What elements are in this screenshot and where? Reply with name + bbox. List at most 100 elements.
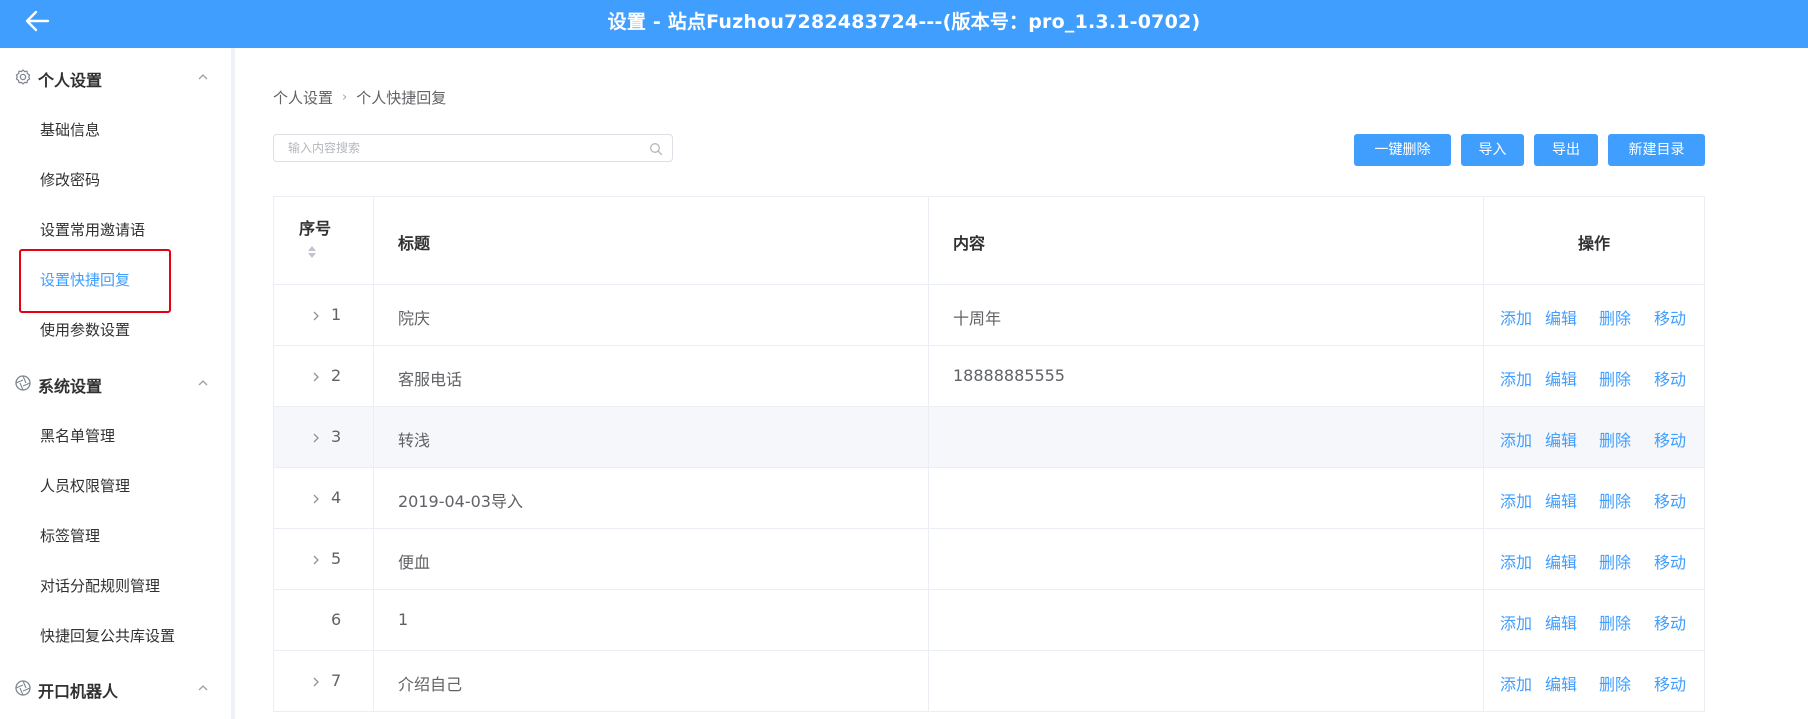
edit-link[interactable]: 编辑 — [1545, 610, 1577, 634]
delete-link[interactable]: 删除 — [1599, 488, 1631, 512]
add-link[interactable]: 添加 — [1500, 549, 1532, 573]
header-ops: 操作 — [1578, 234, 1611, 253]
chevron-right-icon: › — [342, 90, 348, 105]
delete-link[interactable]: 删除 — [1599, 366, 1631, 390]
row-content: 18888885555 — [953, 366, 1065, 385]
add-link[interactable]: 添加 — [1500, 488, 1532, 512]
expand-chevron-icon[interactable] — [311, 430, 321, 444]
sidebar-group-label: 系统设置 — [38, 377, 103, 396]
edit-link[interactable]: 编辑 — [1545, 488, 1577, 512]
header-title: 标题 — [398, 234, 431, 253]
row-title: 1 — [398, 610, 409, 629]
aperture-icon — [14, 679, 32, 697]
breadcrumb: 个人设置 › 个人快捷回复 — [273, 87, 446, 108]
delete-link[interactable]: 删除 — [1599, 610, 1631, 634]
sidebar-item-permissions[interactable]: 人员权限管理 — [40, 475, 130, 496]
header-num: 序号 — [299, 219, 332, 238]
sort-icon[interactable] — [306, 244, 318, 260]
sidebar-item-change-password[interactable]: 修改密码 — [40, 169, 100, 190]
breadcrumb-root[interactable]: 个人设置 — [273, 87, 333, 108]
add-link[interactable]: 添加 — [1500, 305, 1532, 329]
move-link[interactable]: 移动 — [1654, 488, 1686, 512]
row-title: 便血 — [398, 553, 431, 572]
edit-link[interactable]: 编辑 — [1545, 305, 1577, 329]
export-button[interactable]: 导出 — [1534, 134, 1598, 166]
table-header: 序号 标题 内容 操作 — [274, 197, 1704, 285]
table-row: 7 介绍自己 添加 编辑 删除 移动 — [274, 651, 1704, 712]
quick-reply-table: 序号 标题 内容 操作 1 院庆 十周年 添加 编辑 删除 移动 2 客服电话 … — [273, 196, 1705, 712]
import-button[interactable]: 导入 — [1461, 134, 1524, 166]
move-link[interactable]: 移动 — [1654, 671, 1686, 695]
move-link[interactable]: 移动 — [1654, 305, 1686, 329]
row-title: 客服电话 — [398, 370, 463, 389]
row-number: 4 — [331, 488, 342, 507]
add-link[interactable]: 添加 — [1500, 427, 1532, 451]
header-content: 内容 — [953, 234, 986, 253]
sidebar-group-label: 个人设置 — [38, 71, 103, 90]
delete-link[interactable]: 删除 — [1599, 671, 1631, 695]
sidebar: 个人设置 基础信息 修改密码 设置常用邀请语 设置快捷回复 使用参数设置 系统设… — [0, 48, 231, 719]
table-row: 1 院庆 十周年 添加 编辑 删除 移动 — [274, 285, 1704, 346]
edit-link[interactable]: 编辑 — [1545, 366, 1577, 390]
add-link[interactable]: 添加 — [1500, 671, 1532, 695]
annotation-highlight-box — [19, 249, 171, 313]
row-number: 1 — [331, 305, 342, 324]
table-row: 2 客服电话 18888885555 添加 编辑 删除 移动 — [274, 346, 1704, 407]
move-link[interactable]: 移动 — [1654, 549, 1686, 573]
top-bar: 设置 - 站点Fuzhou7282483724---(版本号：pro_1.3.1… — [0, 0, 1808, 48]
table-row: 6 1 添加 编辑 删除 移动 — [274, 590, 1704, 651]
expand-chevron-icon[interactable] — [311, 552, 321, 566]
sidebar-item-dispatch-rules[interactable]: 对话分配规则管理 — [40, 575, 160, 596]
sidebar-group-personal[interactable]: 个人设置 — [0, 57, 231, 97]
expand-chevron-icon[interactable] — [311, 308, 321, 322]
move-link[interactable]: 移动 — [1654, 366, 1686, 390]
chevron-up-icon — [196, 680, 210, 694]
row-number: 6 — [331, 610, 342, 629]
edit-link[interactable]: 编辑 — [1545, 427, 1577, 451]
row-number: 7 — [331, 671, 342, 690]
edit-link[interactable]: 编辑 — [1545, 671, 1577, 695]
delete-link[interactable]: 删除 — [1599, 549, 1631, 573]
new-directory-button[interactable]: 新建目录 — [1608, 134, 1705, 166]
search-icon[interactable] — [649, 141, 663, 156]
row-number: 5 — [331, 549, 342, 568]
row-title: 院庆 — [398, 309, 431, 328]
row-title: 2019-04-03导入 — [398, 492, 523, 511]
sidebar-item-blacklist[interactable]: 黑名单管理 — [40, 425, 115, 446]
row-title: 介绍自己 — [398, 675, 463, 694]
expand-chevron-icon[interactable] — [311, 491, 321, 505]
sidebar-divider — [231, 48, 235, 719]
chevron-up-icon — [196, 69, 210, 83]
delete-link[interactable]: 删除 — [1599, 427, 1631, 451]
table-row: 3 转浅 添加 编辑 删除 移动 — [274, 407, 1704, 468]
add-link[interactable]: 添加 — [1500, 366, 1532, 390]
sidebar-item-public-reply-lib[interactable]: 快捷回复公共库设置 — [40, 625, 175, 646]
sidebar-item-basic-info[interactable]: 基础信息 — [40, 119, 100, 140]
move-link[interactable]: 移动 — [1654, 610, 1686, 634]
sidebar-item-invite-phrases[interactable]: 设置常用邀请语 — [40, 219, 145, 240]
delete-link[interactable]: 删除 — [1599, 305, 1631, 329]
row-content: 十周年 — [953, 309, 1002, 328]
breadcrumb-current: 个人快捷回复 — [356, 89, 447, 107]
table-row: 4 2019-04-03导入 添加 编辑 删除 移动 — [274, 468, 1704, 529]
row-number: 3 — [331, 427, 342, 446]
sidebar-item-tags[interactable]: 标签管理 — [40, 525, 100, 546]
search-field — [273, 134, 673, 162]
table-row: 5 便血 添加 编辑 删除 移动 — [274, 529, 1704, 590]
sidebar-group-robot[interactable]: 开口机器人 — [0, 668, 231, 708]
chevron-up-icon — [196, 375, 210, 389]
edit-link[interactable]: 编辑 — [1545, 549, 1577, 573]
row-title: 转浅 — [398, 431, 431, 450]
add-link[interactable]: 添加 — [1500, 610, 1532, 634]
delete-all-button[interactable]: 一键删除 — [1354, 134, 1451, 166]
page-title: 设置 - 站点Fuzhou7282483724---(版本号：pro_1.3.1… — [607, 11, 1201, 33]
move-link[interactable]: 移动 — [1654, 427, 1686, 451]
expand-chevron-icon[interactable] — [311, 674, 321, 688]
aperture-icon — [14, 374, 32, 392]
expand-chevron-icon[interactable] — [311, 369, 321, 383]
sidebar-item-usage-params[interactable]: 使用参数设置 — [40, 319, 130, 340]
search-input[interactable] — [274, 135, 644, 161]
sidebar-group-system[interactable]: 系统设置 — [0, 363, 231, 403]
gear-icon — [14, 68, 32, 86]
sidebar-group-label: 开口机器人 — [38, 682, 119, 701]
